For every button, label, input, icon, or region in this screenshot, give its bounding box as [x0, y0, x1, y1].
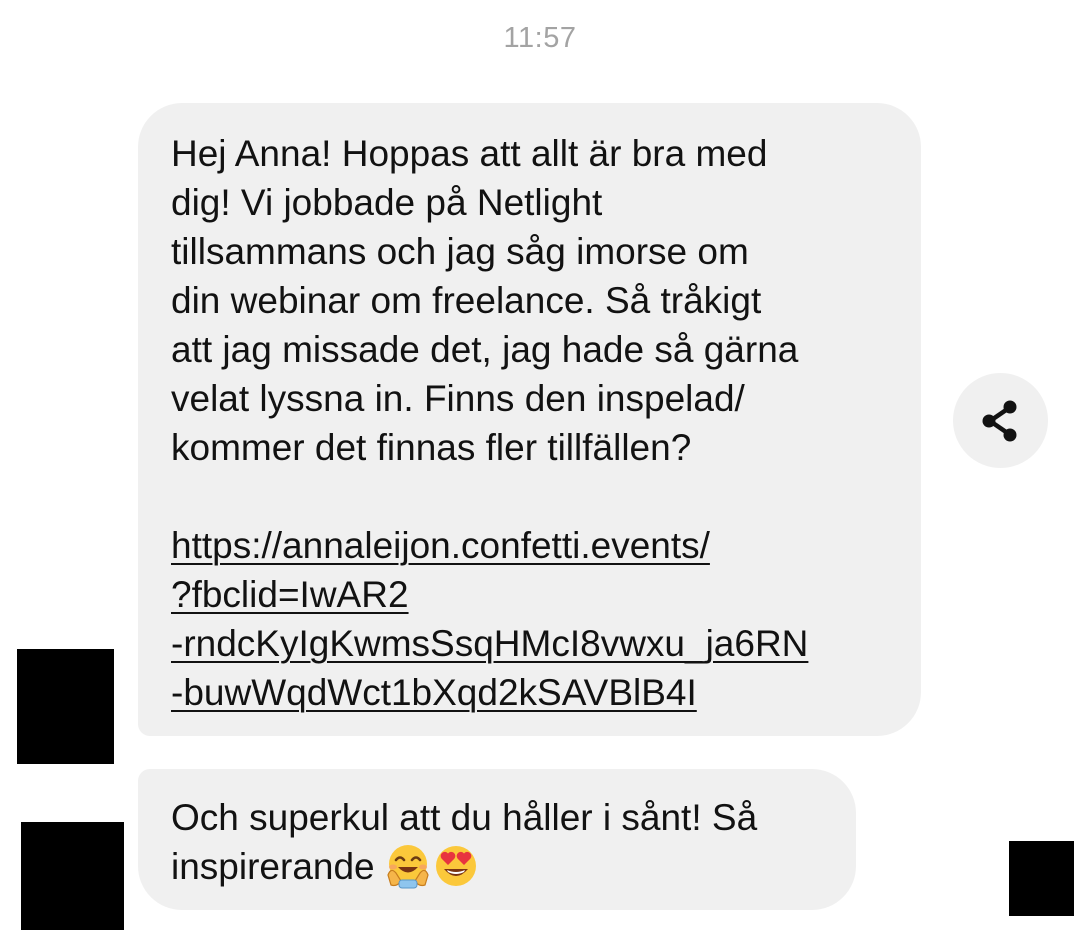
redacted-avatar [21, 822, 124, 930]
message-text-line: dig! Vi jobbade på Netlight [171, 182, 603, 223]
conversation-view: 11:57 Hej Anna! Hoppas att allt är bra m… [0, 0, 1080, 948]
redacted-avatar [17, 649, 114, 764]
message-text-line: tillsammans och jag såg imorse om [171, 231, 749, 272]
link-text-line: ?fbclid=IwAR2 [171, 574, 409, 615]
message-text-line: Hej Anna! Hoppas att allt är bra med [171, 133, 768, 174]
message-text: inspirerande [171, 846, 375, 887]
message-timestamp: 11:57 [503, 22, 577, 54]
smiling-face-with-open-hands-emoji [387, 845, 429, 889]
message-link[interactable]: https://annaleijon.confetti.events/ ?fbc… [171, 521, 893, 717]
share-icon [982, 400, 1016, 441]
message-text-line: din webinar om freelance. Så tråkigt [171, 280, 762, 321]
link-text-line: -buwWqdWct1bXqd2kSAVBlB4I [171, 672, 697, 713]
message-text-line-with-emoji: inspirerande [171, 842, 828, 891]
redacted-area [1009, 841, 1074, 916]
share-button[interactable] [953, 373, 1048, 468]
message-text-line: velat lyssna in. Finns den inspelad/ [171, 378, 745, 419]
heart-eyes-emoji [435, 846, 476, 886]
message-bubble-2[interactable]: Och superkul att du håller i sånt! Så in… [138, 769, 856, 910]
message-text-line: Och superkul att du håller i sånt! Så [171, 797, 758, 838]
link-text-line: -rndcKyIgKwmsSsqHMcI8vwxu_ja6RN [171, 623, 809, 664]
message-text-line: att jag missade det, jag hade så gärna [171, 329, 799, 370]
message-text-line: kommer det finnas fler tillfällen? [171, 427, 692, 468]
link-text-line: https://annaleijon.confetti.events/ [171, 525, 710, 566]
message-bubble-1[interactable]: Hej Anna! Hoppas att allt är bra med dig… [138, 103, 921, 736]
